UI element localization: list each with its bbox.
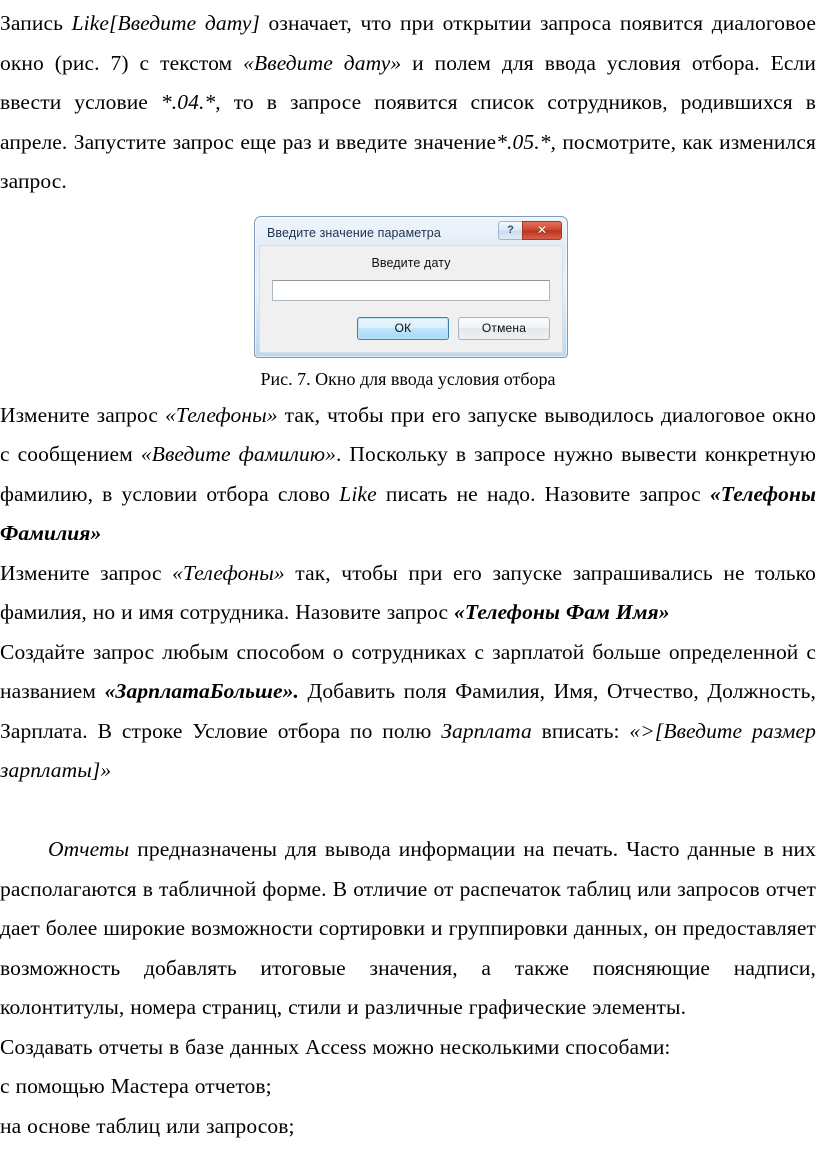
paragraph-6: Создавать отчеты в базе данных Access мо… bbox=[0, 1028, 816, 1068]
parameter-prompt-label: Введите дату bbox=[371, 255, 451, 270]
text-run-italic: «Введите фамилию» bbox=[140, 442, 336, 466]
text-run-italic: *.04.*, bbox=[160, 90, 221, 114]
text-run-italic: «Введите дату» bbox=[243, 50, 402, 75]
text-run-italic: Like[Введите дату] bbox=[71, 11, 260, 35]
paragraph-2: Измените запрос «Телефоны» так, чтобы пр… bbox=[0, 396, 816, 554]
help-icon[interactable]: ? bbox=[498, 220, 522, 240]
paragraph-7-list-item: с помощью Мастера отчетов; bbox=[0, 1067, 816, 1107]
text-run: предназначены для вывода информации на п… bbox=[0, 837, 816, 1019]
dialog-titlebar: Введите значение параметра ? ✕ bbox=[259, 220, 563, 245]
text-run-italic: *.05.*, bbox=[496, 129, 556, 154]
paragraph-8-list-item: на основе таблиц или запросов; bbox=[0, 1107, 816, 1147]
close-icon[interactable]: ✕ bbox=[522, 220, 562, 240]
paragraph-4: Создайте запрос любым способом о сотрудн… bbox=[0, 633, 816, 791]
text-run-italic: «Телефоны» bbox=[165, 402, 278, 427]
text-run: Запись bbox=[0, 11, 72, 35]
text-run-italic: Зарплата bbox=[441, 718, 532, 743]
dialog-client-area: Введите дату ОК Отмена bbox=[259, 244, 563, 353]
ok-button[interactable]: ОК bbox=[357, 316, 449, 340]
text-run: вписать: bbox=[531, 718, 630, 743]
query-name-telefony-fam-imya: «Телефоны Фам Имя» bbox=[454, 600, 670, 624]
dialog-title: Введите значение параметра bbox=[267, 225, 441, 240]
text-run: Создавать отчеты в базе данных Access мо… bbox=[0, 1034, 671, 1059]
text-run: на основе таблиц или запросов; bbox=[0, 1113, 295, 1138]
paragraph-3: Измените запрос «Телефоны» так, чтобы пр… bbox=[0, 554, 816, 633]
dialog-button-row: ОК Отмена bbox=[272, 316, 550, 342]
text-run-italic: «Телефоны» bbox=[172, 560, 285, 585]
paragraph-5: Отчеты предназначены для вывода информац… bbox=[0, 830, 816, 1028]
paragraph-1: Запись Like[Введите дату] означает, что … bbox=[0, 0, 816, 202]
parameter-dialog-window: Введите значение параметра ? ✕ Введите д… bbox=[251, 212, 571, 361]
cancel-button[interactable]: Отмена bbox=[458, 316, 550, 340]
query-name-zarplata-bolshe: «ЗарплатаБольше». bbox=[104, 679, 299, 703]
document-page: Запись Like[Введите дату] означает, что … bbox=[0, 0, 816, 1155]
text-run: с помощью Мастера отчетов; bbox=[0, 1074, 272, 1098]
text-run-italic: Like bbox=[339, 481, 377, 506]
figure-7: Введите значение параметра ? ✕ Введите д… bbox=[0, 202, 816, 392]
parameter-value-input[interactable] bbox=[272, 279, 550, 301]
term-otchety: Отчеты bbox=[48, 837, 130, 861]
dialog-titlebar-buttons: ? ✕ bbox=[498, 220, 562, 240]
text-run: Измените запрос bbox=[0, 560, 173, 585]
text-run: писать не надо. Назовите запрос bbox=[376, 481, 710, 506]
figure-caption: Рис. 7. Окно для ввода условия отбора bbox=[260, 368, 556, 389]
parameter-dialog-screenshot: Введите значение параметра ? ✕ Введите д… bbox=[251, 212, 571, 361]
text-run: Измените запрос bbox=[0, 402, 166, 427]
